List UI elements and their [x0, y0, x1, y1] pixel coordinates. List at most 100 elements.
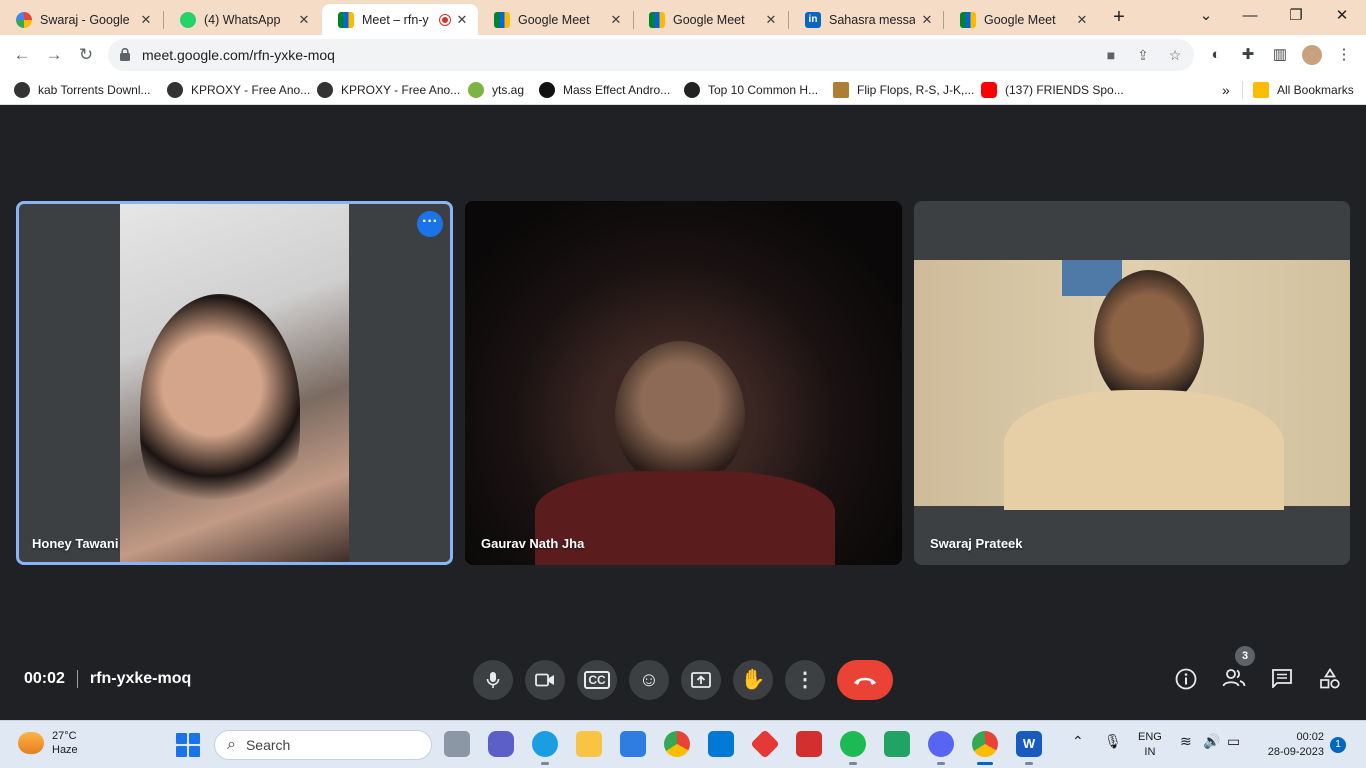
shield-app-icon[interactable]	[796, 731, 822, 757]
all-bookmarks-label: All Bookmarks	[1277, 83, 1354, 97]
extension-icon[interactable]: ◐	[1206, 45, 1226, 65]
language-indicator[interactable]: ENG IN	[1138, 730, 1162, 760]
word-icon[interactable]: W	[1016, 731, 1042, 765]
chat-button[interactable]	[1269, 668, 1295, 694]
battery-icon[interactable]: ▭	[1227, 733, 1240, 750]
bookmark-star-icon[interactable]: ☆	[1166, 46, 1184, 64]
restore-button[interactable]: ❐	[1276, 4, 1316, 28]
lang-bottom: IN	[1144, 746, 1156, 758]
chrome-profile-icon[interactable]	[972, 731, 998, 765]
vscode-icon[interactable]	[708, 731, 734, 757]
close-icon[interactable]: ✕	[1074, 12, 1090, 28]
windows-logo-pane	[189, 746, 200, 757]
bookmark-item[interactable]: yts.ag	[468, 81, 524, 99]
participant-tile[interactable]: ··· Honey Tawani	[16, 201, 453, 565]
tab-search-chevron-icon[interactable]: ⌄	[1186, 4, 1226, 28]
close-window-button[interactable]: ✕	[1322, 4, 1362, 28]
new-tab-button[interactable]: +	[1108, 7, 1130, 29]
camera-button[interactable]	[525, 660, 565, 700]
folder-icon	[1253, 82, 1269, 98]
tab-meet-active[interactable]: Meet – rfn-y ✕	[322, 4, 478, 35]
activities-button[interactable]	[1317, 667, 1343, 694]
edge-icon[interactable]	[532, 731, 558, 765]
tab-google-meet[interactable]: Google Meet ✕	[633, 4, 787, 35]
bookmark-item[interactable]: Top 10 Common H...	[684, 81, 818, 99]
volume-icon[interactable]: 🔊	[1203, 733, 1220, 750]
meeting-details-button[interactable]	[1173, 668, 1199, 694]
torrent-icon	[14, 82, 30, 98]
tab-google-meet[interactable]: Google Meet ✕	[944, 4, 1098, 35]
close-icon[interactable]: ✕	[296, 12, 312, 28]
address-bar[interactable]: meet.google.com/rfn-yxke-moq ■ ⇪ ☆	[108, 39, 1194, 71]
teams-chat-icon[interactable]	[488, 731, 514, 757]
bookmark-item[interactable]: KPROXY - Free Ano...	[317, 81, 460, 99]
meet-icon	[960, 11, 976, 28]
anydesk-icon[interactable]	[750, 729, 780, 759]
tab-title: Google Meet	[984, 12, 1056, 27]
bookmarks-overflow-button[interactable]: »	[1222, 81, 1230, 99]
emoji-button[interactable]: ☺	[629, 660, 669, 700]
wifi-icon[interactable]: ≋	[1180, 733, 1192, 750]
mic-button[interactable]	[473, 660, 513, 700]
raise-hand-button[interactable]: ✋	[733, 660, 773, 700]
flip-flops-icon	[833, 82, 849, 98]
file-explorer-icon[interactable]	[576, 731, 602, 757]
tab-whatsapp[interactable]: (4) WhatsApp ✕	[164, 4, 320, 35]
forward-button[interactable]: →	[42, 43, 66, 67]
share-icon[interactable]: ⇪	[1134, 46, 1152, 64]
bookmark-item[interactable]: KPROXY - Free Ano...	[167, 81, 310, 99]
chrome-icon[interactable]	[664, 731, 690, 757]
taskbar-search[interactable]: ⌕ Search	[214, 730, 432, 760]
bookmark-item[interactable]: Mass Effect Andro...	[539, 81, 670, 99]
minimize-button[interactable]: —	[1230, 4, 1270, 28]
more-options-button[interactable]: ⋮	[785, 660, 825, 700]
bookmarks-bar: kab Torrents Downl... KPROXY - Free Ano.…	[0, 75, 1366, 105]
side-panel-icon[interactable]: ▥	[1270, 45, 1290, 65]
people-icon	[1222, 669, 1246, 687]
close-icon[interactable]: ✕	[454, 12, 470, 28]
more-options-icon[interactable]: ···	[417, 211, 443, 237]
recording-indicator-icon	[440, 14, 450, 25]
kproxy-icon	[167, 82, 183, 98]
person-face	[615, 341, 745, 491]
tab-linkedin[interactable]: in Sahasra messag ✕	[789, 4, 943, 35]
extensions-puzzle-icon[interactable]: ✚	[1238, 45, 1258, 65]
bookmark-item[interactable]: Flip Flops, R-S, J-K,...	[833, 81, 974, 99]
captions-button[interactable]: CC	[577, 660, 617, 700]
close-icon[interactable]: ✕	[138, 12, 154, 28]
close-icon[interactable]: ✕	[919, 12, 935, 28]
chrome-menu-icon[interactable]: ⋮	[1334, 45, 1354, 65]
bookmark-label: Mass Effect Andro...	[563, 83, 671, 97]
bookmark-item[interactable]: (137) FRIENDS Spo...	[981, 81, 1124, 99]
show-hidden-icons-chevron[interactable]: ⌃	[1072, 733, 1084, 750]
close-icon[interactable]: ✕	[608, 12, 624, 28]
microphone-tray-icon[interactable]: 🎙	[1104, 733, 1122, 750]
people-button[interactable]	[1221, 668, 1247, 694]
profile-avatar[interactable]	[1302, 45, 1322, 65]
system-clock[interactable]: 00:02 28-09-2023	[1256, 730, 1324, 760]
present-button[interactable]	[681, 660, 721, 700]
tab-swaraj-google[interactable]: Swaraj - Google ✕	[0, 4, 162, 35]
bookmark-item[interactable]: kab Torrents Downl...	[14, 81, 151, 99]
end-call-button[interactable]	[837, 660, 893, 700]
yts-icon	[468, 82, 484, 98]
close-icon[interactable]: ✕	[763, 12, 779, 28]
weather-widget[interactable]: 27°C Haze	[18, 729, 78, 757]
spotify-icon[interactable]	[840, 731, 866, 765]
reload-button[interactable]: ↻	[74, 43, 98, 67]
camera-in-use-icon[interactable]: ■	[1102, 46, 1120, 64]
back-button[interactable]: ←	[10, 43, 34, 67]
task-view-icon[interactable]	[444, 731, 470, 757]
microsoft-store-icon[interactable]	[620, 731, 646, 757]
tab-google-meet[interactable]: Google Meet ✕	[478, 4, 632, 35]
participant-tile[interactable]: Gaurav Nath Jha	[465, 201, 902, 565]
meeting-info: 00:02 rfn-yxke-moq	[24, 670, 191, 688]
notification-badge[interactable]: 1	[1330, 737, 1346, 753]
emoji-icon: ☺	[638, 669, 660, 691]
meet-icon	[338, 11, 354, 28]
all-bookmarks-button[interactable]: All Bookmarks	[1253, 81, 1354, 99]
stocks-app-icon[interactable]	[884, 731, 910, 757]
start-button[interactable]	[176, 733, 200, 757]
discord-icon[interactable]	[928, 731, 954, 765]
participant-tile[interactable]: Swaraj Prateek	[914, 201, 1350, 565]
